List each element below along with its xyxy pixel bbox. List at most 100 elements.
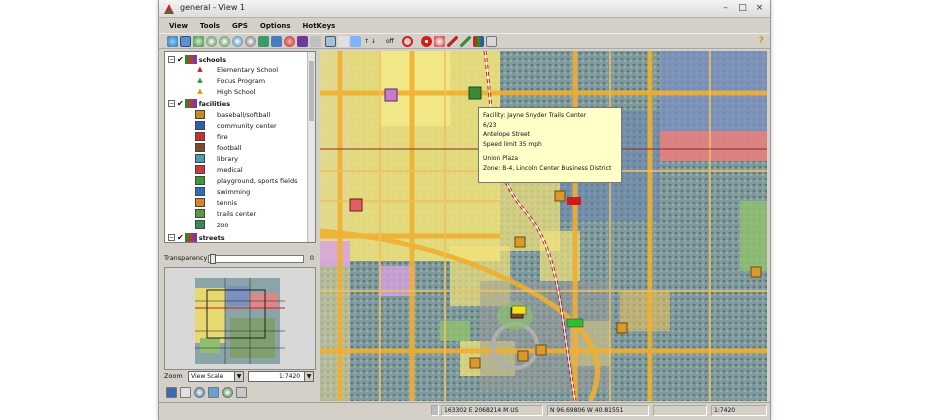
collapse-toggle[interactable]: − — [168, 234, 175, 241]
legend-item: playground, sports fields — [195, 175, 297, 186]
menu-options[interactable]: Options — [260, 22, 291, 30]
legend-item: library — [195, 153, 238, 164]
high-school-icon: ▲ — [197, 87, 203, 95]
full-view-icon[interactable] — [180, 36, 191, 47]
sort-toggle[interactable]: ↑ ↓ — [364, 36, 384, 47]
query-icon[interactable] — [350, 36, 361, 47]
menu-bar: View Tools GPS Options HotKeys — [159, 19, 770, 33]
zoom-overview-icon[interactable] — [222, 387, 233, 398]
globe-icon[interactable] — [284, 36, 295, 47]
menu-hotkeys[interactable]: HotKeys — [303, 22, 336, 30]
maximize-button[interactable]: □ — [736, 3, 749, 14]
pan-icon[interactable] — [193, 36, 204, 47]
pan-overview-icon[interactable] — [208, 387, 219, 398]
window-controls: – □ × — [719, 3, 766, 14]
group-layer-icon — [184, 233, 197, 242]
legend-item: ▲ High School — [195, 86, 255, 97]
pen-icon[interactable] — [447, 36, 458, 47]
status-grip — [431, 405, 439, 416]
chevron-down-icon[interactable]: ▼ — [234, 372, 243, 381]
gps-zoom-icon[interactable] — [434, 36, 445, 47]
legend-item: football — [195, 142, 242, 153]
legend-label: zoo — [217, 220, 229, 229]
zoom-box-icon[interactable] — [232, 36, 243, 47]
visibility-checkbox[interactable]: ✔ — [177, 55, 184, 64]
legend-item: fire — [195, 131, 228, 142]
zoom-layer-icon[interactable] — [258, 36, 269, 47]
tooltip-line: Union Plaza — [483, 155, 519, 162]
menu-tools[interactable]: Tools — [200, 22, 220, 30]
scale-value: 1:7420 — [279, 373, 301, 380]
latlon-readout: N 96.69806 W 40.81551 — [547, 405, 649, 416]
legend-label: baseball/softball — [217, 110, 271, 119]
trails-center-icon — [195, 209, 205, 218]
title-bar[interactable]: general - View 1 – □ × — [159, 0, 770, 18]
zoom-label: Zoom — [164, 372, 183, 380]
tooltip-line: Facility: Jayne Snyder Trails Center — [483, 112, 587, 119]
legend-icon[interactable] — [180, 387, 191, 398]
close-button[interactable]: × — [753, 3, 766, 14]
layer-group-facilities[interactable]: − ✔ facilities — [168, 98, 230, 109]
legend-item: baseball/softball — [195, 109, 270, 120]
select-icon[interactable] — [325, 36, 336, 47]
help-icon[interactable]: ? — [759, 36, 764, 46]
legend-item: ▲ Elementary School — [195, 64, 278, 75]
minimize-button[interactable]: – — [719, 3, 732, 14]
legend-label: community center — [217, 121, 277, 130]
legend-label: medical — [217, 165, 243, 174]
layer-group-streets[interactable]: − ✔ streets — [168, 232, 225, 242]
layer-list-panel: − ✔ schools ▲ Elementary School ▲ Focus … — [164, 51, 316, 243]
focus-program-icon: ▲ — [197, 76, 203, 84]
visibility-checkbox[interactable]: ✔ — [177, 233, 184, 242]
zoom-selected-icon[interactable] — [271, 36, 282, 47]
transparency-control: Transparency 0 — [164, 253, 316, 265]
transparency-slider-handle[interactable] — [210, 254, 216, 264]
zoom-mode-select[interactable]: View Scale ▼ — [188, 371, 244, 382]
legend-item: trails center — [195, 208, 256, 219]
chevron-down-icon[interactable]: ▼ — [304, 372, 313, 381]
locate-icon[interactable] — [194, 387, 205, 398]
redraw-icon[interactable] — [167, 36, 178, 47]
collapse-toggle[interactable]: − — [168, 56, 175, 63]
medical-icon — [195, 165, 205, 174]
legend-label: Elementary School — [217, 65, 279, 74]
legend-item: swimming — [195, 186, 250, 197]
menu-view[interactable]: View — [169, 22, 188, 30]
legend-label: swimming — [217, 187, 251, 196]
layer-colors-icon[interactable] — [473, 36, 484, 47]
map-view[interactable]: Facility: Jayne Snyder Trails Center 6/2… — [320, 51, 767, 401]
visibility-checkbox[interactable]: ✔ — [177, 99, 184, 108]
legend-item: zoo — [195, 219, 228, 230]
coordinate-readout: 163302 E 2068214 M US — [441, 405, 543, 416]
bookmark-icon[interactable] — [297, 36, 308, 47]
off-toggle[interactable]: off — [386, 36, 402, 47]
gps-target-icon[interactable] — [421, 36, 432, 47]
layer-list-scrollbar[interactable] — [307, 52, 315, 242]
options-icon[interactable] — [236, 387, 247, 398]
arrow-icon[interactable] — [338, 36, 349, 47]
library-icon — [195, 154, 205, 163]
zoom-in-icon[interactable] — [206, 36, 217, 47]
application-window: general - View 1 – □ × View Tools GPS Op… — [158, 0, 771, 420]
zoom-out-icon[interactable] — [219, 36, 230, 47]
overview-map[interactable] — [164, 267, 316, 370]
no-entry-icon[interactable] — [402, 36, 413, 47]
legend-label: fire — [217, 132, 228, 141]
scrollbar-thumb[interactable] — [309, 61, 314, 121]
menu-gps[interactable]: GPS — [232, 22, 248, 30]
settings-icon[interactable] — [486, 36, 497, 47]
edit-icon[interactable] — [460, 36, 471, 47]
group-layer-icon — [184, 55, 197, 64]
scale-select[interactable]: 1:7420 ▼ — [248, 371, 314, 382]
transparency-slider[interactable] — [208, 255, 304, 263]
layer-manager-icon[interactable] — [166, 387, 177, 398]
baseball-icon — [195, 110, 205, 119]
zoom-previous-icon[interactable] — [245, 36, 256, 47]
measure-icon[interactable] — [310, 36, 321, 47]
tooltip-line: Speed limit 35 mph — [483, 140, 542, 148]
legend-label: playground, sports fields — [217, 176, 298, 185]
window-title: general - View 1 — [180, 3, 245, 12]
group-layer-icon — [184, 99, 197, 108]
collapse-toggle[interactable]: − — [168, 100, 175, 107]
map-canvas[interactable] — [320, 51, 767, 401]
